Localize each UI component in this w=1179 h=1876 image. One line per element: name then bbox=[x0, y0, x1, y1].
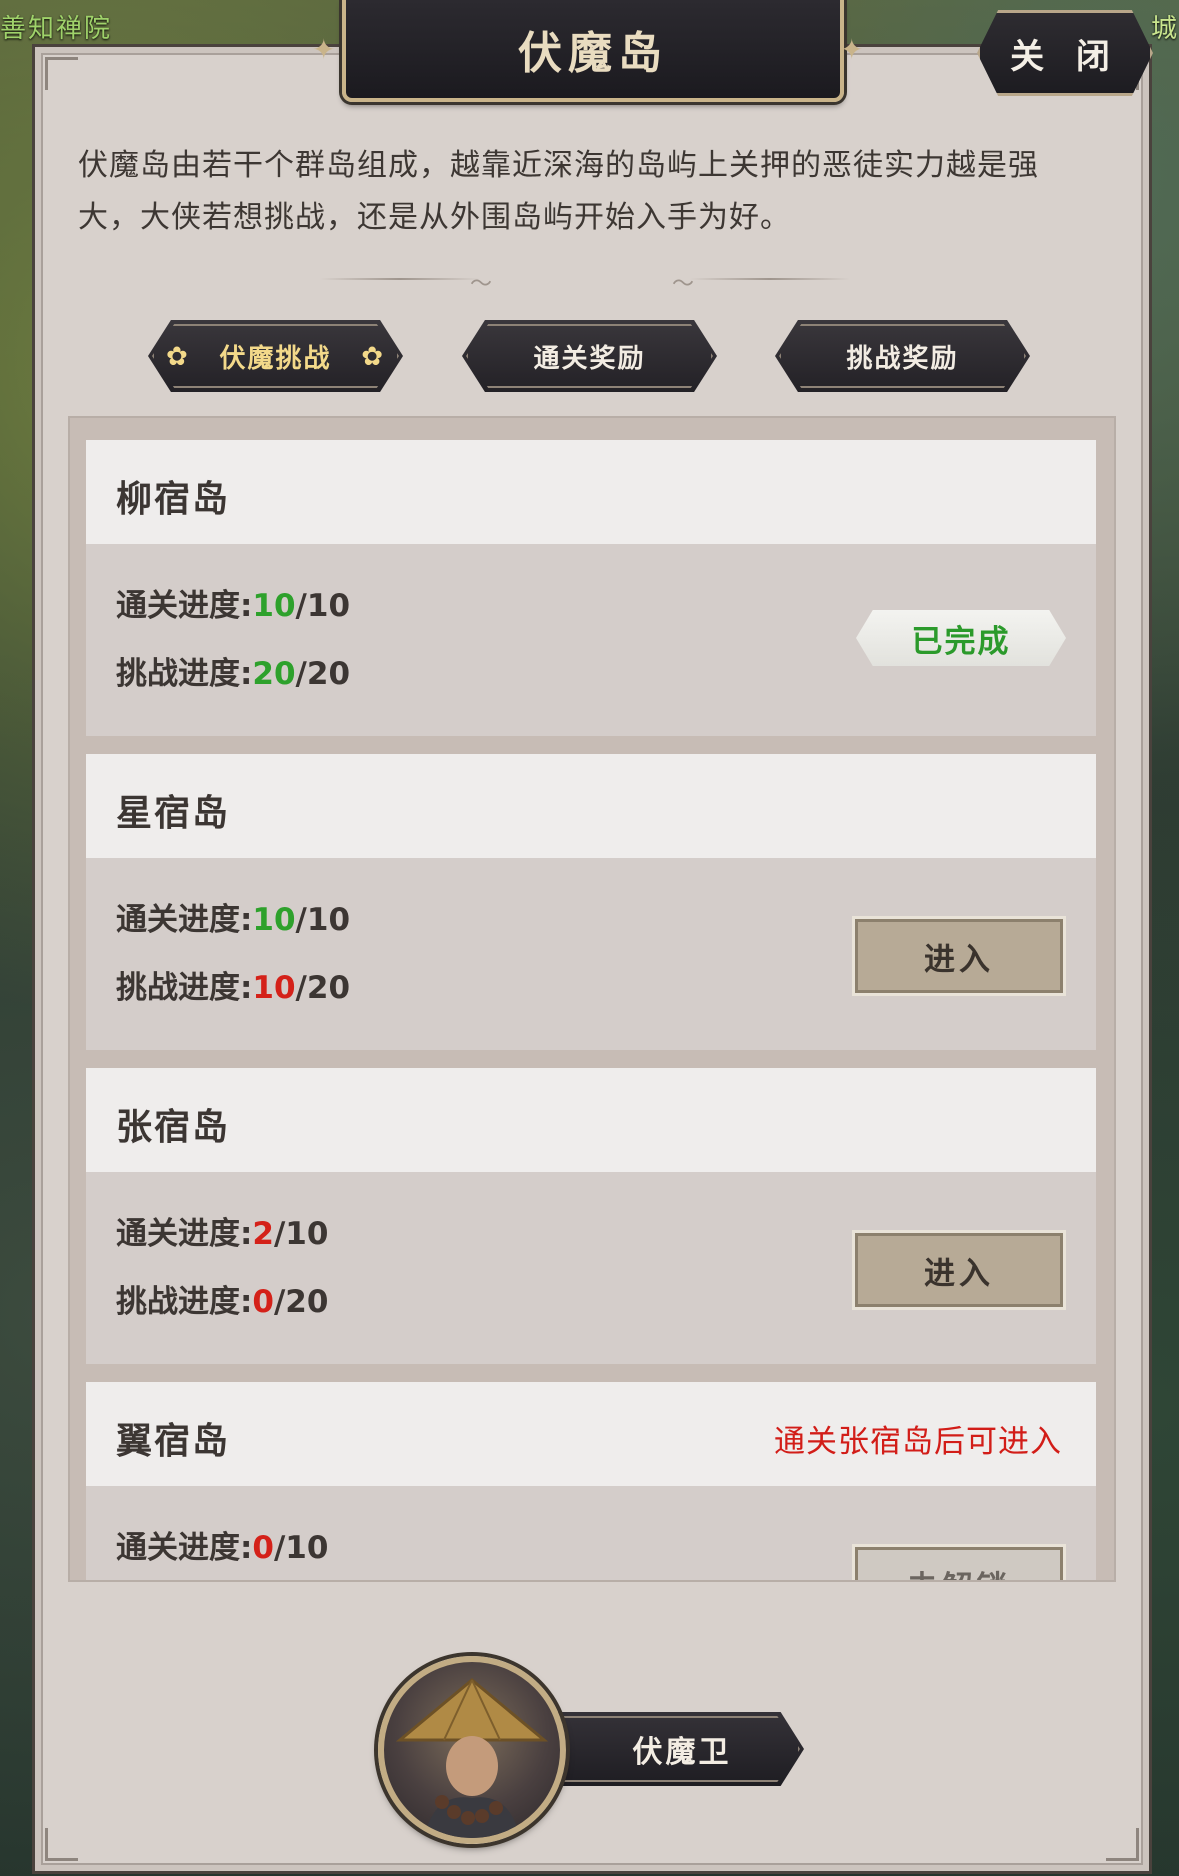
divider-ornament-icon: 〜 bbox=[470, 272, 493, 297]
divider bbox=[320, 278, 480, 280]
locked-button: 未解锁 bbox=[852, 1544, 1066, 1581]
challenge-progress: 挑战进度:10/20 bbox=[116, 962, 350, 1007]
guard-name: 伏魔卫 bbox=[632, 1735, 732, 1770]
island-card-xing: 星宿岛 通关进度:10/10 挑战进度:10/20 进入 bbox=[86, 754, 1096, 1050]
map-label-right: 城 bbox=[1150, 14, 1179, 44]
clear-progress-label: 通关进度: bbox=[116, 1530, 253, 1566]
clear-progress-label: 通关进度: bbox=[116, 902, 253, 938]
clear-progress-done: 0 bbox=[252, 1530, 274, 1566]
divider-ornament-icon: 〜 bbox=[672, 272, 695, 297]
clear-progress-done: 2 bbox=[252, 1216, 274, 1252]
completed-label: 已完成 bbox=[911, 623, 1011, 660]
clear-progress-total: /10 bbox=[273, 1216, 329, 1252]
clear-progress: 通关进度:10/10 bbox=[116, 894, 350, 939]
clear-progress-total: /10 bbox=[295, 902, 351, 938]
island-card-liu: 柳宿岛 通关进度:10/10 挑战进度:20/20 已完成 bbox=[86, 440, 1096, 736]
challenge-progress-total: /20 bbox=[295, 970, 351, 1006]
corner-ornament bbox=[45, 57, 78, 90]
clear-progress-done: 10 bbox=[252, 588, 296, 624]
clear-progress: 通关进度:0/10 bbox=[116, 1522, 328, 1567]
challenge-progress-done: 20 bbox=[252, 656, 296, 692]
island-name: 星宿岛 bbox=[116, 793, 231, 834]
tab-label: 伏魔挑战 bbox=[219, 343, 332, 374]
challenge-progress-label: 挑战进度: bbox=[116, 970, 253, 1006]
clear-progress-label: 通关进度: bbox=[116, 1216, 253, 1252]
description-text: 伏魔岛由若干个群岛组成，越靠近深海的岛屿上关押的恶徒实力越是强大，大侠若想挑战，… bbox=[78, 148, 1039, 235]
island-name: 张宿岛 bbox=[116, 1107, 231, 1148]
challenge-progress: 挑战进度:20/20 bbox=[116, 648, 350, 693]
enter-label: 进入 bbox=[924, 1255, 994, 1292]
locked-label: 未解锁 bbox=[907, 1562, 1012, 1581]
title-ornament-icon: ✦ bbox=[840, 33, 864, 66]
flower-ornament-icon: ✿ bbox=[361, 342, 385, 372]
island-name: 柳宿岛 bbox=[116, 479, 231, 520]
title-ornament-icon: ✦ bbox=[312, 33, 336, 66]
tab-label: 挑战奖励 bbox=[846, 343, 959, 374]
corner-ornament bbox=[1106, 1828, 1139, 1861]
corner-ornament bbox=[45, 1828, 78, 1861]
island-list[interactable]: 柳宿岛 通关进度:10/10 挑战进度:20/20 已完成 星宿岛 通关进度:1… bbox=[68, 416, 1116, 1582]
card-header: 柳宿岛 bbox=[86, 440, 1096, 544]
flower-ornament-icon: ✿ bbox=[166, 342, 190, 372]
close-button[interactable]: 关 闭 bbox=[977, 10, 1153, 96]
enter-button[interactable]: 进入 bbox=[852, 916, 1066, 996]
clear-progress: 通关进度:2/10 bbox=[116, 1208, 328, 1253]
enter-button[interactable]: 进入 bbox=[852, 1230, 1066, 1310]
enter-label: 进入 bbox=[924, 941, 994, 978]
challenge-progress: 挑战进度:0/20 bbox=[116, 1276, 328, 1321]
challenge-progress-done: 10 bbox=[252, 970, 296, 1006]
tab-challenge-rewards[interactable]: 挑战奖励 bbox=[775, 320, 1030, 392]
title-plate: 伏魔岛 bbox=[342, 0, 844, 102]
tab-fumo-challenge[interactable]: ✿ 伏魔挑战 ✿ bbox=[148, 320, 403, 392]
map-label-left: 善知禅院 bbox=[0, 14, 113, 44]
island-card-yi: 翼宿岛 通关张宿岛后可进入 通关进度:0/10 未解锁 bbox=[86, 1382, 1096, 1581]
clear-progress-done: 10 bbox=[252, 902, 296, 938]
clear-progress-total: /10 bbox=[295, 588, 351, 624]
divider bbox=[690, 278, 850, 280]
tab-label: 通关奖励 bbox=[533, 343, 646, 374]
clear-progress-label: 通关进度: bbox=[116, 588, 253, 624]
card-header: 翼宿岛 通关张宿岛后可进入 bbox=[86, 1382, 1096, 1486]
clear-progress: 通关进度:10/10 bbox=[116, 580, 350, 625]
card-header: 星宿岛 bbox=[86, 754, 1096, 858]
challenge-progress-done: 0 bbox=[252, 1284, 274, 1320]
island-name: 翼宿岛 bbox=[116, 1421, 231, 1462]
clear-progress-total: /10 bbox=[273, 1530, 329, 1566]
challenge-progress-total: /20 bbox=[295, 656, 351, 692]
guard-avatar[interactable] bbox=[378, 1656, 566, 1844]
unlock-hint: 通关张宿岛后可进入 bbox=[774, 1424, 1062, 1460]
island-card-zhang: 张宿岛 通关进度:2/10 挑战进度:0/20 进入 bbox=[86, 1068, 1096, 1364]
page-title: 伏魔岛 bbox=[518, 28, 668, 79]
completed-badge: 已完成 bbox=[856, 610, 1066, 666]
card-header: 张宿岛 bbox=[86, 1068, 1096, 1172]
title-plate-wrap: ✦ 伏魔岛 ✦ bbox=[312, 0, 863, 105]
challenge-progress-label: 挑战进度: bbox=[116, 1284, 253, 1320]
monk-portrait-icon bbox=[395, 1678, 549, 1838]
tab-clear-rewards[interactable]: 通关奖励 bbox=[462, 320, 717, 392]
close-label: 关 闭 bbox=[1010, 36, 1120, 77]
challenge-progress-total: /20 bbox=[273, 1284, 329, 1320]
challenge-progress-label: 挑战进度: bbox=[116, 656, 253, 692]
